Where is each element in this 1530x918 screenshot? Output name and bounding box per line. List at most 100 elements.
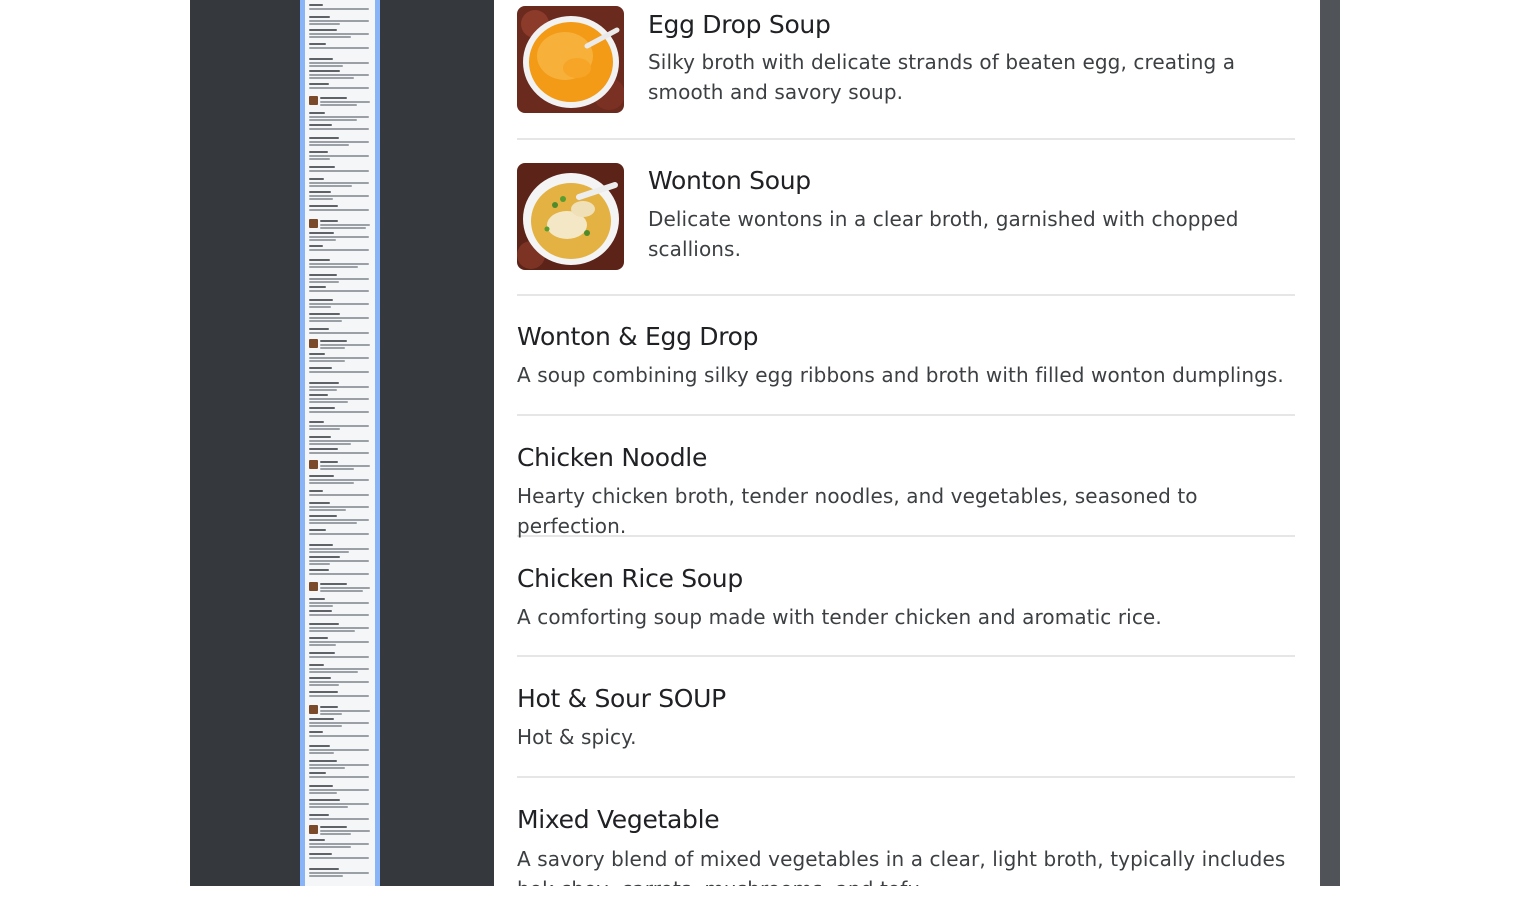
thumbnail-text-line [320, 220, 338, 222]
thumbnail-text-line [309, 144, 349, 146]
thumbnail-text-line [309, 155, 369, 157]
thumbnail-text-line [309, 515, 337, 517]
thumbnail-text-line [309, 857, 369, 859]
thumbnail-text-line [309, 684, 339, 686]
thumbnail-text-line [309, 490, 323, 492]
thumbnail-text-line [309, 306, 331, 308]
thumbnail-text-line [309, 735, 369, 737]
thumbnail-text-line [309, 479, 369, 481]
menu-item-title: Hot & Sour SOUP [517, 684, 726, 713]
thumbnail-text-line [309, 137, 339, 139]
thumbnail-text-line [309, 198, 333, 200]
thumbnail-text-line [320, 826, 347, 828]
thumbnail-text-line [309, 752, 334, 754]
menu-item-description: Silky broth with delicate strands of bea… [648, 50, 1236, 104]
thumbnail-text-line [309, 630, 355, 632]
menu-item-description: Hearty chicken broth, tender noodles, an… [517, 484, 1198, 538]
thumbnail-text-line [309, 421, 324, 423]
thumbnail-text-line [309, 178, 324, 180]
thumbnail-text-line [309, 846, 351, 848]
thumbnail-text-line [320, 583, 347, 585]
thumbnail-text-line [309, 792, 337, 794]
thumbnail-text-line [309, 776, 369, 778]
thumbnail-image [309, 96, 318, 105]
thumbnail-text-line [309, 494, 369, 496]
thumbnail-text-line [320, 101, 370, 103]
thumbnail-text-line [309, 290, 369, 292]
thumbnail-text-line [309, 529, 326, 531]
thumbnail-text-line [309, 274, 337, 276]
thumbnail-text-line [320, 227, 366, 229]
thumbnail-text-line [309, 29, 337, 31]
thumbnail-text-line [309, 182, 369, 184]
thumbnail-text-line [320, 97, 347, 99]
thumbnail-text-line [309, 875, 343, 877]
thumbnail-text-line [309, 440, 369, 442]
thumbnail-text-line [309, 236, 369, 238]
thumbnail-text-line [309, 128, 369, 130]
thumbnail-text-line [309, 428, 340, 430]
thumbnail-text-line [309, 83, 329, 85]
thumbnail-text-line [309, 502, 330, 504]
thumbnail-text-line [309, 760, 337, 762]
thumbnail-text-line [309, 62, 369, 64]
thumbnail-text-line [320, 104, 357, 106]
viewer-scrollbar[interactable] [1320, 0, 1340, 886]
thumbnail-text-line [309, 443, 351, 445]
egg-drop-soup-photo [517, 6, 624, 113]
thumbnail-text-line [309, 452, 369, 454]
thumbnail-text-line [309, 367, 332, 369]
thumbnail-text-line [309, 87, 369, 89]
thumbnail-text-line [309, 303, 369, 305]
thumbnail-text-line [309, 563, 330, 565]
thumbnail-text-line [309, 232, 334, 234]
thumbnail-text-line [309, 436, 331, 438]
thumbnail-text-line [309, 320, 342, 322]
menu-item-title: Egg Drop Soup [648, 10, 831, 39]
thumbnail-text-line [309, 691, 338, 693]
page-thumbnail-selected[interactable] [300, 0, 380, 886]
thumbnail-text-line [309, 656, 369, 658]
thumbnail-text-line [309, 116, 369, 118]
thumbnail-text-line [309, 506, 369, 508]
thumbnail-text-line [309, 266, 358, 268]
thumbnail-text-line [309, 77, 354, 79]
thumbnail-text-line [309, 519, 369, 521]
menu-item-title: Chicken Rice Soup [517, 564, 743, 593]
thumbnail-text-line [320, 830, 370, 832]
thumbnail-text-line [309, 245, 323, 247]
thumbnail-text-line [309, 394, 328, 396]
menu-item: Hot & Sour SOUP Hot & spicy. [517, 657, 1295, 778]
thumbnail-text-line [309, 353, 325, 355]
thumbnail-text-line [309, 598, 325, 600]
thumbnail-text-line [309, 533, 369, 535]
thumbnail-text-line [309, 263, 369, 265]
thumbnail-text-line [309, 641, 369, 643]
page-thumbnail-strip[interactable] [300, 0, 380, 886]
thumbnail-text-line [309, 4, 323, 6]
thumbnail-text-line [309, 389, 337, 391]
thumbnail-text-line [309, 664, 324, 666]
menu-item: Egg Drop Soup Silky broth with delicate … [517, 0, 1295, 140]
menu-item: Mixed Vegetable A savory blend of mixed … [517, 778, 1295, 886]
thumbnail-text-line [320, 713, 342, 715]
menu-item: Chicken Rice Soup A comforting soup made… [517, 537, 1295, 657]
thumbnail-image [309, 705, 318, 714]
thumbnail-text-line [309, 185, 352, 187]
thumbnail-text-line [309, 482, 354, 484]
thumbnail-text-line [320, 461, 338, 463]
thumbnail-text-line [309, 803, 369, 805]
menu-item-title: Mixed Vegetable [517, 805, 720, 834]
thumbnail-text-line [309, 141, 369, 143]
thumbnail-text-line [309, 112, 325, 114]
thumbnail-text-line [309, 259, 330, 261]
thumbnail-text-line [309, 695, 369, 697]
thumbnail-text-line [309, 806, 348, 808]
thumbnail-text-line [309, 644, 336, 646]
thumbnail-text-line [309, 151, 328, 153]
thumbnail-text-line [309, 360, 345, 362]
thumbnail-text-line [309, 681, 369, 683]
thumbnail-text-line [309, 43, 326, 45]
thumbnail-text-line [309, 65, 343, 67]
thumbnail-text-line [309, 839, 325, 841]
